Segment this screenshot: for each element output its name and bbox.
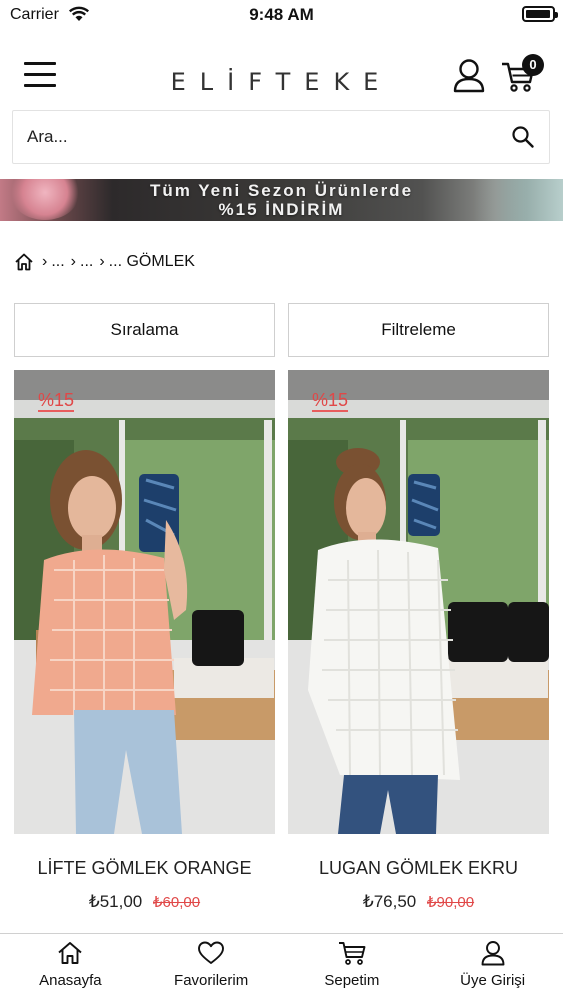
product-price: ₺51,00 (88, 892, 143, 911)
battery-icon (522, 6, 558, 22)
menu-icon[interactable] (24, 62, 56, 90)
cart-count-badge: 0 (522, 54, 544, 76)
home-icon (58, 942, 82, 964)
chevron-right-icon: › (99, 253, 105, 270)
product-name[interactable]: LUGAN GÖMLEK EKRU (288, 858, 549, 879)
sort-button[interactable]: Sıralama (14, 303, 275, 357)
battery-level (526, 10, 550, 18)
tab-cart[interactable]: Sepetim (282, 934, 423, 1000)
discount-badge: %15 (312, 390, 349, 412)
heart-icon (198, 941, 225, 964)
product-old-price: ₺90,00 (427, 894, 475, 911)
user-icon (481, 941, 505, 966)
tab-label: Favorilerim (174, 972, 249, 989)
search-bar (12, 110, 550, 164)
tab-login[interactable]: Üye Girişi (422, 934, 563, 1000)
cart-icon (338, 942, 366, 965)
product-prices: ₺76,50 ₺90,00 (288, 892, 549, 912)
bottom-tab-bar: Anasayfa Favorilerim Sepetim Üye Girişi (0, 933, 563, 1000)
product-price: ₺76,50 (362, 892, 417, 911)
breadcrumb-item[interactable]: ... (80, 253, 93, 271)
tab-label: Sepetim (324, 972, 380, 989)
product-image[interactable]: %15 (288, 370, 549, 834)
banner-text: Tüm Yeni Sezon Ürünlerde %15 İNDİRİM (0, 181, 563, 219)
filter-button[interactable]: Filtreleme (288, 303, 549, 357)
discount-badge: %15 (38, 390, 75, 412)
banner-line-2: %15 İNDİRİM (218, 200, 345, 219)
breadcrumb-current: ... GÖMLEK (108, 253, 195, 270)
breadcrumb-item[interactable]: ... (51, 253, 64, 271)
brand-logo[interactable]: ELİFTEKE (150, 68, 413, 96)
search-icon[interactable] (511, 125, 535, 149)
app-header: ELİFTEKE 0 (0, 50, 563, 106)
tab-home[interactable]: Anasayfa (0, 934, 141, 1000)
home-icon[interactable] (14, 252, 34, 272)
product-image[interactable]: %15 (14, 370, 275, 834)
promo-banner[interactable]: Tüm Yeni Sezon Ürünlerde %15 İNDİRİM (0, 179, 563, 221)
product-name[interactable]: LİFTE GÖMLEK ORANGE (14, 858, 275, 879)
search-input[interactable] (27, 123, 487, 151)
breadcrumb: › ... › ... › ... GÖMLEK (14, 250, 201, 274)
chevron-right-icon: › (42, 253, 48, 270)
product-card[interactable]: %15 LİFTE GÖMLEK ORANGE ₺51,00 ₺60,00 (14, 370, 275, 930)
tab-label: Üye Girişi (460, 972, 526, 989)
status-time: 9:48 AM (249, 5, 314, 24)
user-icon[interactable] (452, 58, 486, 94)
status-bar: Carrier 9:48 AM (0, 0, 563, 30)
product-prices: ₺51,00 ₺60,00 (14, 892, 275, 912)
tab-label: Anasayfa (39, 972, 102, 989)
product-old-price: ₺60,00 (153, 894, 201, 911)
product-card[interactable]: %15 LUGAN GÖMLEK EKRU ₺76,50 ₺90,00 (288, 370, 549, 930)
banner-line-1: Tüm Yeni Sezon Ürünlerde (149, 181, 414, 200)
tab-favorites[interactable]: Favorilerim (141, 934, 282, 1000)
chevron-right-icon: › (70, 253, 76, 270)
